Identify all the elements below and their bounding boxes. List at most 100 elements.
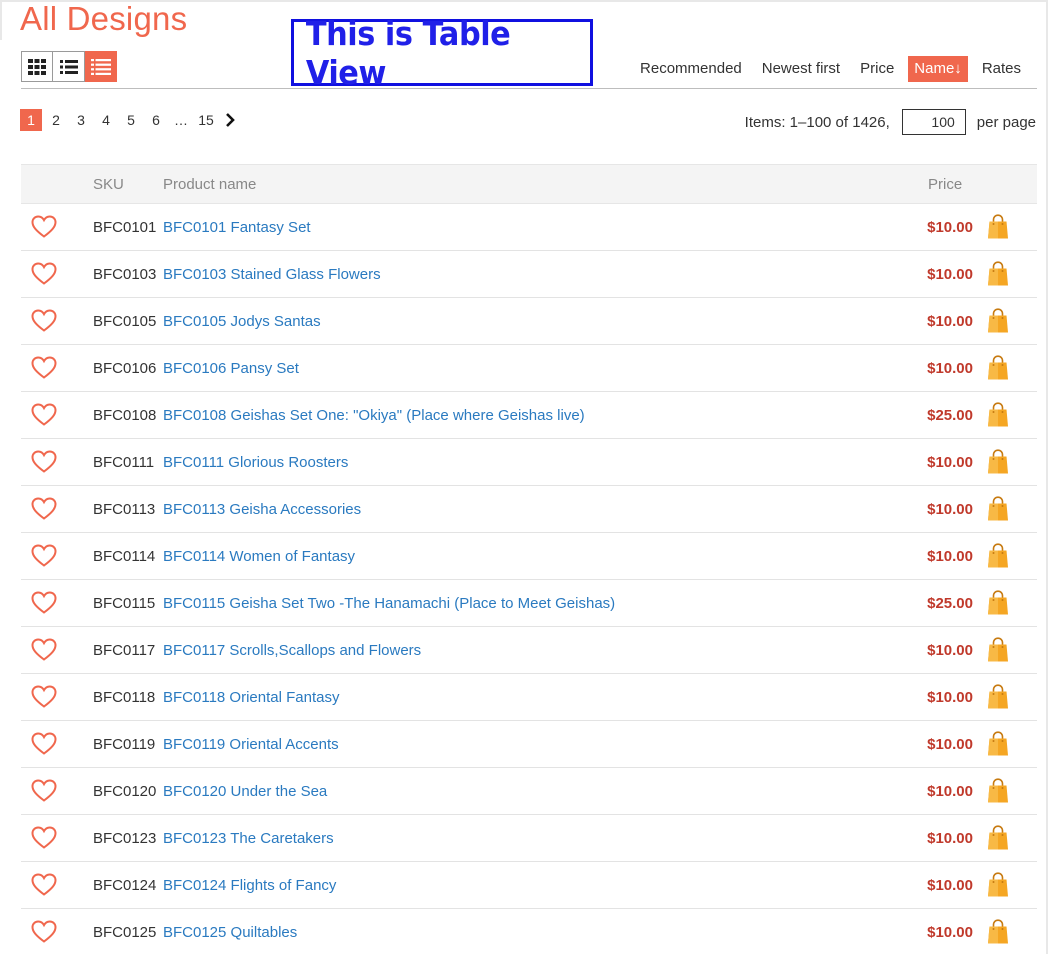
table-row: BFC0115 BFC0115 Geisha Set Two -The Hana… [21, 580, 1037, 627]
add-to-cart-button[interactable] [987, 637, 1009, 663]
add-to-cart-button[interactable] [987, 402, 1009, 428]
table-row: BFC0111 BFC0111 Glorious Roosters $10.00 [21, 439, 1037, 486]
row-price: $10.00 [927, 501, 973, 518]
chevron-right-icon [226, 113, 235, 127]
product-name-link[interactable]: BFC0120 Under the Sea [163, 783, 327, 800]
table-view-button[interactable] [85, 51, 117, 82]
wishlist-button[interactable] [31, 544, 57, 568]
wishlist-button[interactable] [31, 873, 57, 897]
wishlist-button[interactable] [31, 826, 57, 850]
product-name-link[interactable]: BFC0108 Geishas Set One: "Okiya" (Place … [163, 407, 585, 424]
sort-rates[interactable]: Rates [976, 56, 1027, 82]
wishlist-button[interactable] [31, 685, 57, 709]
add-to-cart-button[interactable] [987, 825, 1009, 851]
row-sku: BFC0103 [93, 266, 157, 283]
product-name-link[interactable]: BFC0119 Oriental Accents [163, 736, 339, 753]
wishlist-button[interactable] [31, 920, 57, 944]
wishlist-button[interactable] [31, 403, 57, 427]
wishlist-button[interactable] [31, 779, 57, 803]
sort-name[interactable]: Name↓ [908, 56, 968, 82]
row-sku: BFC0125 [93, 924, 157, 941]
page-link-last[interactable]: 15 [195, 109, 217, 131]
heart-icon [31, 403, 57, 426]
add-to-cart-button[interactable] [987, 684, 1009, 710]
shopping-bag-icon [988, 919, 1008, 944]
heart-icon [31, 450, 57, 473]
wishlist-button[interactable] [31, 497, 57, 521]
add-to-cart-button[interactable] [987, 919, 1009, 945]
table-view-banner: This is Table View [291, 14, 593, 92]
add-to-cart-button[interactable] [987, 214, 1009, 240]
sort-recommended[interactable]: Recommended [634, 56, 748, 82]
next-page-button[interactable] [220, 109, 240, 131]
row-sku: BFC0106 [93, 360, 157, 377]
product-name-link[interactable]: BFC0106 Pansy Set [163, 360, 299, 377]
table-body: BFC0101 BFC0101 Fantasy Set $10.00 BFC01… [21, 204, 1037, 954]
product-name-link[interactable]: BFC0118 Oriental Fantasy [163, 689, 339, 706]
row-sku: BFC0108 [93, 407, 157, 424]
add-to-cart-button[interactable] [987, 261, 1009, 287]
page-link[interactable]: 6 [145, 109, 167, 131]
heart-icon [31, 544, 57, 567]
product-name-link[interactable]: BFC0103 Stained Glass Flowers [163, 266, 381, 283]
products-table: SKU Product name Price BFC0101 BFC0101 F… [21, 164, 1037, 954]
shopping-bag-icon [988, 261, 1008, 286]
sort-price[interactable]: Price [854, 56, 900, 82]
product-name-link[interactable]: BFC0124 Flights of Fancy [163, 877, 336, 894]
wishlist-button[interactable] [31, 356, 57, 380]
add-to-cart-button[interactable] [987, 778, 1009, 804]
heart-icon [31, 356, 57, 379]
page-link[interactable]: 3 [70, 109, 92, 131]
wishlist-button[interactable] [31, 450, 57, 474]
product-name-link[interactable]: BFC0125 Quiltables [163, 924, 297, 941]
product-name-link[interactable]: BFC0123 The Caretakers [163, 830, 334, 847]
add-to-cart-button[interactable] [987, 449, 1009, 475]
add-to-cart-button[interactable] [987, 872, 1009, 898]
wishlist-button[interactable] [31, 638, 57, 662]
grid-view-button[interactable] [21, 51, 53, 82]
heart-icon [31, 497, 57, 520]
table-row: BFC0124 BFC0124 Flights of Fancy $10.00 [21, 862, 1037, 909]
wishlist-button[interactable] [31, 215, 57, 239]
shopping-bag-icon [988, 590, 1008, 615]
row-price: $10.00 [927, 642, 973, 659]
product-name-link[interactable]: BFC0111 Glorious Roosters [163, 454, 348, 471]
wishlist-button[interactable] [31, 591, 57, 615]
product-name-link[interactable]: BFC0105 Jodys Santas [163, 313, 321, 330]
product-name-link[interactable]: BFC0117 Scrolls,Scallops and Flowers [163, 642, 421, 659]
wishlist-button[interactable] [31, 309, 57, 333]
page-link[interactable]: 5 [120, 109, 142, 131]
table-row: BFC0105 BFC0105 Jodys Santas $10.00 [21, 298, 1037, 345]
product-name-link[interactable]: BFC0115 Geisha Set Two -The Hanamachi (P… [163, 595, 615, 612]
heart-icon [31, 215, 57, 238]
row-price: $10.00 [927, 360, 973, 377]
shopping-bag-icon [988, 402, 1008, 427]
row-price: $10.00 [927, 689, 973, 706]
page-link-current[interactable]: 1 [20, 109, 42, 131]
add-to-cart-button[interactable] [987, 355, 1009, 381]
page-title: All Designs [20, 0, 188, 37]
product-name-link[interactable]: BFC0113 Geisha Accessories [163, 501, 361, 518]
wishlist-button[interactable] [31, 732, 57, 756]
sort-options: Recommended Newest first Price Name↓ Rat… [626, 56, 1027, 82]
product-name-link[interactable]: BFC0114 Women of Fantasy [163, 548, 355, 565]
row-price: $25.00 [927, 407, 973, 424]
add-to-cart-button[interactable] [987, 731, 1009, 757]
page-link[interactable]: 2 [45, 109, 67, 131]
per-page-input[interactable] [901, 109, 966, 135]
add-to-cart-button[interactable] [987, 543, 1009, 569]
column-header-price: Price [928, 176, 963, 193]
row-price: $10.00 [927, 783, 973, 800]
product-name-link[interactable]: BFC0101 Fantasy Set [163, 219, 311, 236]
sort-newest-first[interactable]: Newest first [756, 56, 846, 82]
add-to-cart-button[interactable] [987, 496, 1009, 522]
row-sku: BFC0105 [93, 313, 157, 330]
add-to-cart-button[interactable] [987, 308, 1009, 334]
heart-icon [31, 920, 57, 943]
list-view-button[interactable] [53, 51, 85, 82]
wishlist-button[interactable] [31, 262, 57, 286]
add-to-cart-button[interactable] [987, 590, 1009, 616]
row-sku: BFC0118 [93, 689, 156, 706]
row-sku: BFC0119 [93, 736, 156, 753]
page-link[interactable]: 4 [95, 109, 117, 131]
